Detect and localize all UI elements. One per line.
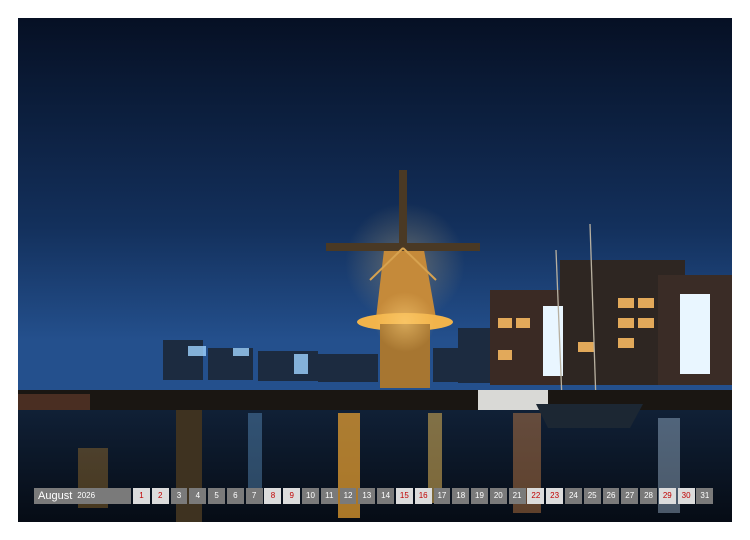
day-cell: 9: [283, 488, 301, 504]
day-cell: 3: [170, 488, 188, 504]
day-cells: 1 2 3 4 5 6 7 8 9 10 11 12 13 14 15 16 17 18 19 20 21 22 23 24 2…: [133, 488, 714, 504]
day-cell: 7: [245, 488, 263, 504]
day-cell: 12: [339, 488, 357, 504]
day-cell: 26: [602, 488, 620, 504]
day-cell: 5: [208, 488, 226, 504]
day-cell: 2: [151, 488, 169, 504]
day-cell: 22: [527, 488, 545, 504]
day-cell: 21: [508, 488, 526, 504]
day-cell: 4: [189, 488, 207, 504]
day-cell: 13: [358, 488, 376, 504]
day-cell: 23: [546, 488, 564, 504]
day-cell: 6: [226, 488, 244, 504]
day-cell: 31: [696, 488, 714, 504]
windmill-night-photo: [18, 18, 732, 522]
day-cell: 20: [489, 488, 507, 504]
mooring-post: [176, 410, 202, 522]
day-cell: 1: [133, 488, 150, 504]
day-cell: 11: [320, 488, 338, 504]
sailboat: [536, 404, 643, 428]
day-cell: 27: [621, 488, 639, 504]
day-cell: 8: [264, 488, 282, 504]
calendar-strip: August 2026 1 2 3 4 5 6 7 8 9 10 11 12 13 14 15 16 17 18 1…: [34, 488, 714, 504]
day-cell: 10: [302, 488, 319, 504]
month-label: August 2026: [34, 488, 131, 504]
day-cell: 19: [471, 488, 488, 504]
day-cell: 30: [677, 488, 695, 504]
day-cell: 16: [414, 488, 432, 504]
day-cell: 25: [583, 488, 601, 504]
day-cell: 15: [395, 488, 413, 504]
day-cell: 18: [452, 488, 470, 504]
month-name: August: [38, 490, 73, 502]
day-cell: 29: [658, 488, 676, 504]
day-cell: 14: [377, 488, 395, 504]
day-cell: 28: [640, 488, 657, 504]
day-cell: 17: [433, 488, 451, 504]
day-cell: 24: [564, 488, 582, 504]
month-year: 2026: [77, 491, 96, 500]
